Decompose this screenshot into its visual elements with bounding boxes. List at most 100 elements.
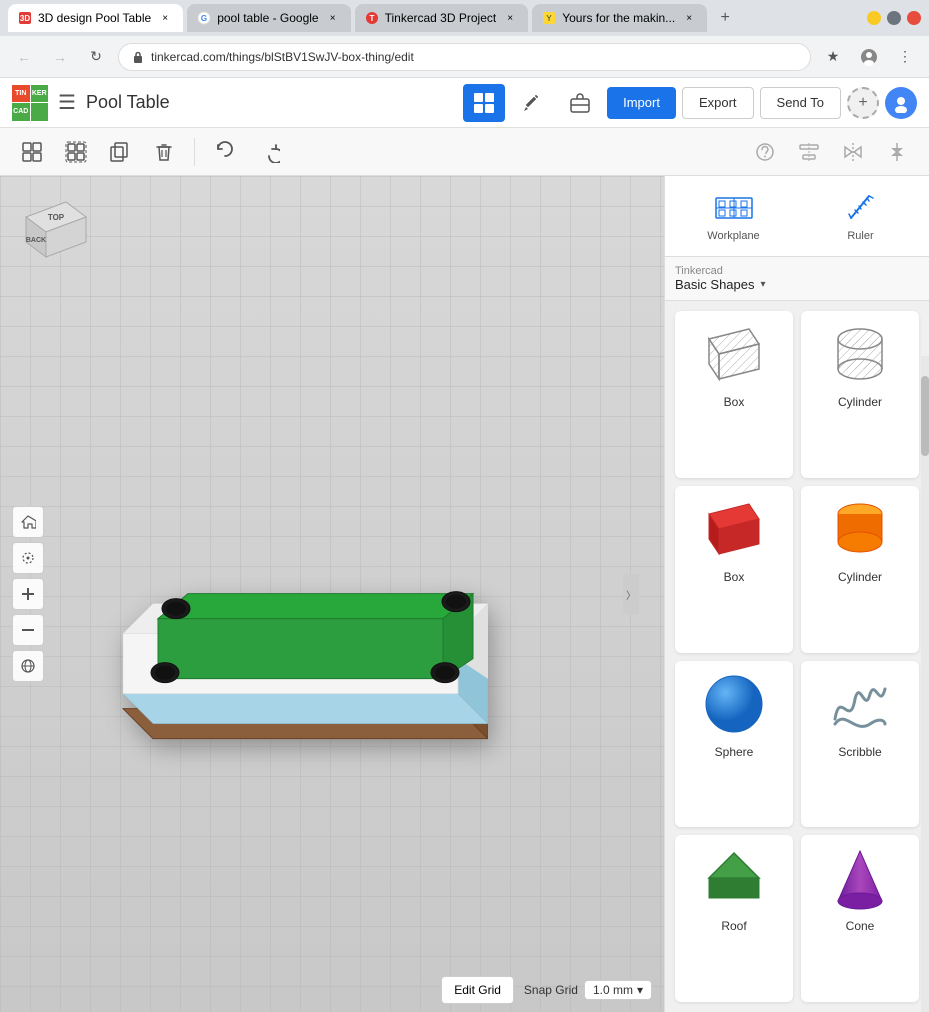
select-icon — [20, 550, 36, 566]
redo-button[interactable] — [249, 134, 289, 170]
duplicate-icon — [109, 141, 131, 163]
forward-button[interactable]: → — [46, 43, 74, 71]
maximize-button[interactable] — [887, 11, 901, 25]
tab2-favicon: G — [197, 11, 211, 25]
menu-list-icon[interactable]: ☰ — [58, 90, 76, 115]
tab1-close[interactable]: × — [157, 10, 173, 26]
main-content: TOP BACK — [0, 176, 929, 1012]
back-button[interactable]: ← — [10, 43, 38, 71]
delete-icon — [153, 141, 175, 163]
snap-dropdown-arrow: ▾ — [637, 983, 643, 997]
minimize-button[interactable] — [867, 11, 881, 25]
snap-value-dropdown[interactable]: 1.0 mm ▾ — [584, 980, 652, 1000]
ruler-tab[interactable]: Ruler — [802, 186, 919, 246]
shape-cone-purple[interactable]: Cone — [801, 835, 919, 1002]
close-button[interactable] — [907, 11, 921, 25]
select-tool-button[interactable] — [12, 542, 44, 574]
sphere-blue-label: Sphere — [715, 745, 754, 759]
shape-scribble[interactable]: Scribble — [801, 661, 919, 828]
svg-text:BACK: BACK — [26, 237, 46, 244]
flip-button[interactable] — [877, 134, 917, 170]
view-cube[interactable]: TOP BACK — [16, 192, 96, 272]
delete-button[interactable] — [144, 134, 184, 170]
3d-viewport[interactable]: TOP BACK — [0, 176, 664, 1012]
category-label: Tinkercad — [675, 265, 766, 277]
left-tools — [12, 506, 44, 682]
mirror-button[interactable] — [833, 134, 873, 170]
undo-button[interactable] — [205, 134, 245, 170]
box-red-icon — [694, 494, 774, 564]
url-text: tinkercad.com/things/blStBV1SwJV-box-thi… — [151, 50, 414, 64]
edit-grid-button[interactable]: Edit Grid — [441, 976, 514, 1004]
tab-yours[interactable]: Y Yours for the makin... × — [532, 4, 707, 32]
shape-box-wireframe[interactable]: Box — [675, 311, 793, 478]
title-bar: 3D 3D design Pool Table × G pool table -… — [0, 0, 929, 36]
pool-table-svg — [68, 449, 488, 769]
category-value-text: Basic Shapes — [675, 277, 755, 292]
shape-box-red[interactable]: Box — [675, 486, 793, 653]
address-bar: ← → ↻ tinkercad.com/things/blStBV1SwJV-b… — [0, 36, 929, 78]
group-icon — [21, 141, 43, 163]
duplicate-button[interactable] — [100, 134, 140, 170]
refresh-button[interactable]: ↻ — [82, 43, 110, 71]
shape-roof-green[interactable]: Roof — [675, 835, 793, 1002]
export-button[interactable]: Export — [682, 87, 754, 119]
view-schematic-button[interactable] — [511, 84, 553, 122]
tab3-favicon: T — [365, 11, 379, 25]
zoom-in-button[interactable] — [12, 578, 44, 610]
ungroup-button[interactable] — [56, 134, 96, 170]
send-to-button[interactable]: Send To — [760, 87, 841, 119]
tab2-close[interactable]: × — [325, 10, 341, 26]
address-input[interactable]: tinkercad.com/things/blStBV1SwJV-box-thi… — [118, 43, 811, 71]
home-view-button[interactable] — [12, 506, 44, 538]
import-button[interactable]: Import — [607, 87, 676, 119]
toolbar — [0, 128, 929, 176]
tab-tinkercad[interactable]: T Tinkercad 3D Project × — [355, 4, 529, 32]
view-3d-button[interactable] — [463, 84, 505, 122]
tab4-close[interactable]: × — [681, 10, 697, 26]
align-button[interactable] — [789, 134, 829, 170]
bookmark-button[interactable]: ★ — [819, 43, 847, 71]
zoom-out-button[interactable] — [12, 614, 44, 646]
svg-text:G: G — [201, 14, 207, 23]
tab-3d-design[interactable]: 3D 3D design Pool Table × — [8, 4, 183, 32]
menu-button[interactable]: ⋮ — [891, 43, 919, 71]
right-panel: Workplane Ruler Tinkercad Basic Shapes — [664, 176, 929, 1012]
tab1-favicon: 3D — [18, 11, 32, 25]
account-button[interactable] — [855, 43, 883, 71]
view-blocks-button[interactable] — [559, 84, 601, 122]
window-controls — [867, 11, 921, 25]
tab-google[interactable]: G pool table - Google × — [187, 4, 350, 32]
snap-value-text: 1.0 mm — [593, 983, 633, 997]
cone-purple-icon — [820, 843, 900, 913]
perspective-button[interactable] — [12, 650, 44, 682]
shape-sphere-blue[interactable]: Sphere — [675, 661, 793, 828]
tab4-label: Yours for the makin... — [562, 11, 675, 25]
zoom-out-icon — [20, 622, 36, 638]
browser-frame: 3D 3D design Pool Table × G pool table -… — [0, 0, 929, 1012]
zoom-in-icon — [20, 586, 36, 602]
roof-green-label: Roof — [721, 919, 746, 933]
pool-table-3d — [68, 449, 488, 772]
cylinder-orange-label: Cylinder — [838, 570, 882, 584]
shapes-category-dropdown[interactable]: Tinkercad Basic Shapes ▾ — [665, 257, 929, 301]
panel-header: Workplane Ruler — [665, 176, 929, 257]
tab3-close[interactable]: × — [502, 10, 518, 26]
scrollbar-thumb[interactable] — [921, 376, 929, 456]
avatar-icon — [891, 93, 911, 113]
shape-cylinder-orange[interactable]: Cylinder — [801, 486, 919, 653]
shape-cylinder-wireframe[interactable]: Cylinder — [801, 311, 919, 478]
svg-text:T: T — [369, 14, 374, 23]
add-user-button[interactable]: + — [847, 87, 879, 119]
sphere-blue-icon — [694, 669, 774, 739]
workplane-tab[interactable]: Workplane — [675, 186, 792, 246]
svg-text:3D: 3D — [20, 14, 30, 23]
user-avatar[interactable] — [885, 87, 917, 119]
group-button[interactable] — [12, 134, 52, 170]
hint-button[interactable] — [745, 134, 785, 170]
new-tab-button[interactable]: + — [711, 4, 739, 32]
panel-collapse-button[interactable]: 〉 — [623, 574, 639, 614]
snap-grid-control: Snap Grid 1.0 mm ▾ — [524, 980, 652, 1000]
svg-text:TOP: TOP — [48, 213, 65, 222]
hint-icon — [754, 141, 776, 163]
